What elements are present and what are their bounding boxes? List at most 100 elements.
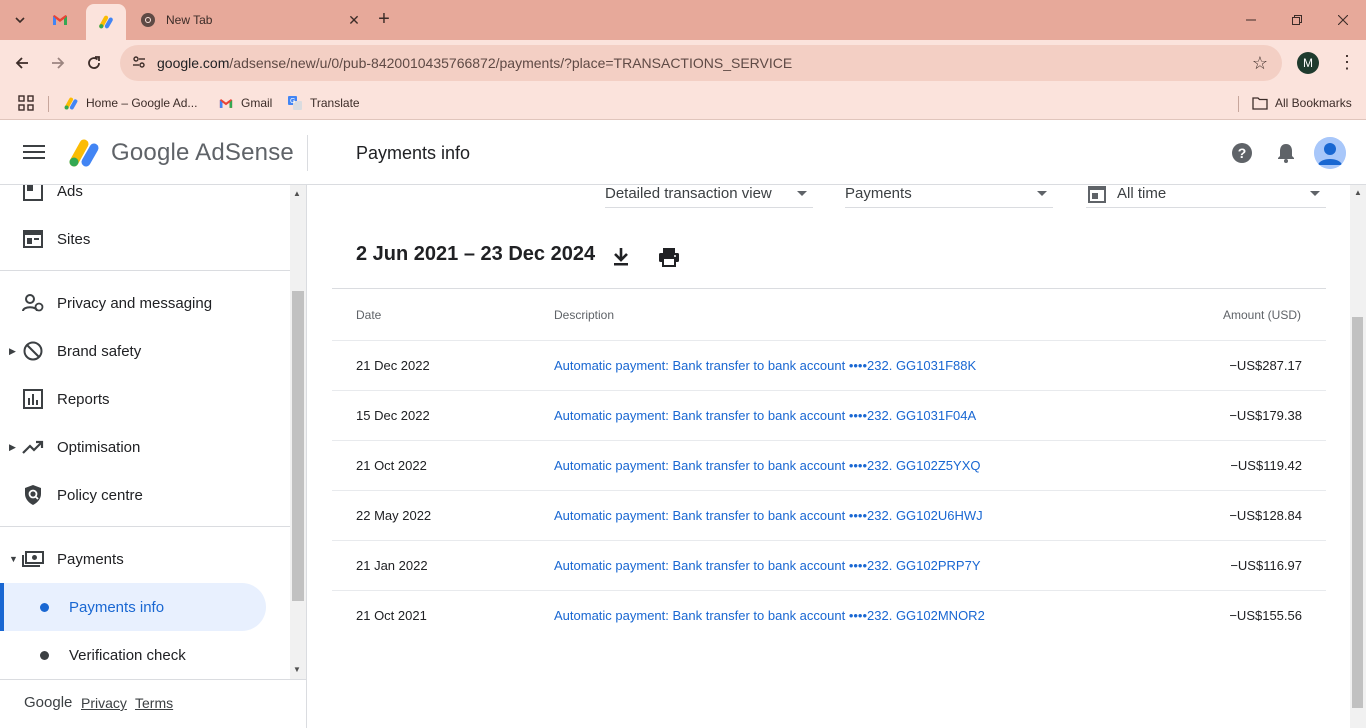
all-bookmarks-label: All Bookmarks — [1275, 96, 1352, 110]
column-header-amount: Amount (USD) — [1222, 308, 1301, 322]
dropdown-arrow-icon — [1037, 191, 1047, 196]
adsense-logo-icon — [69, 139, 99, 167]
restore-button[interactable] — [1274, 0, 1320, 40]
bullet-dot-icon — [40, 602, 49, 612]
close-window-button[interactable] — [1320, 0, 1366, 40]
scroll-up-arrow-icon[interactable]: ▲ — [293, 189, 301, 198]
sidebar-subitem-verification-check[interactable]: Verification check — [0, 631, 266, 679]
product-name[interactable]: Google AdSense — [111, 139, 294, 167]
bookmark-gmail[interactable]: Gmail — [218, 93, 272, 113]
tab-gmail[interactable] — [40, 6, 80, 34]
sidebar-divider — [0, 526, 290, 527]
row-description-link[interactable]: Automatic payment: Bank transfer to bank… — [554, 408, 976, 423]
column-header-date[interactable]: Date — [356, 308, 381, 322]
row-amount: −US$155.56 — [1229, 608, 1302, 623]
gmail-icon — [53, 15, 67, 25]
sidebar-footer: Google Privacy Terms — [0, 679, 306, 728]
main-scrollbar-thumb[interactable] — [1352, 317, 1363, 708]
footer-terms-link[interactable]: Terms — [135, 695, 173, 711]
type-filter-dropdown[interactable]: Payments — [845, 185, 1053, 208]
trending-icon — [22, 436, 44, 458]
table-row: 21 Oct 2021 Automatic payment: Bank tran… — [332, 590, 1326, 640]
more-menu-icon[interactable]: ⋮ — [1338, 52, 1356, 73]
notifications-bell-icon[interactable] — [1274, 141, 1298, 165]
bookmark-adsense-home[interactable]: Home – Google Ad... — [63, 93, 197, 113]
gmail-icon — [218, 95, 234, 111]
app-header: Google AdSense Payments info ? — [0, 121, 1366, 185]
help-icon[interactable]: ? — [1230, 141, 1254, 165]
row-amount: −US$287.17 — [1229, 358, 1302, 373]
row-date: 22 May 2022 — [356, 508, 432, 523]
url-text[interactable]: google.com/adsense/new/u/0/pub-842001043… — [157, 55, 792, 71]
row-description-link[interactable]: Automatic payment: Bank transfer to bank… — [554, 608, 985, 623]
download-icon[interactable] — [609, 245, 633, 269]
apps-grid-icon — [18, 95, 34, 111]
sidebar-item-reports[interactable]: Reports — [0, 375, 290, 423]
row-description-link[interactable]: Automatic payment: Bank transfer to bank… — [554, 458, 980, 473]
all-bookmarks-button[interactable]: All Bookmarks — [1252, 93, 1352, 113]
profile-avatar[interactable]: M — [1297, 52, 1319, 74]
bookmarks-bar: Home – Google Ad... Gmail G Translate Al… — [0, 86, 1366, 120]
row-description-link[interactable]: Automatic payment: Bank transfer to bank… — [554, 558, 981, 573]
row-amount: −US$179.38 — [1229, 408, 1302, 423]
menu-icon[interactable] — [22, 141, 46, 165]
expand-caret-icon[interactable]: ▶ — [9, 442, 16, 453]
minimize-button[interactable] — [1228, 0, 1274, 40]
scroll-down-arrow-icon[interactable]: ▼ — [293, 665, 301, 674]
sidebar-item-ads[interactable]: Ads — [0, 185, 290, 215]
collapse-caret-icon[interactable]: ▼ — [9, 554, 18, 564]
row-description-link[interactable]: Automatic payment: Bank transfer to bank… — [554, 508, 983, 523]
reload-icon — [88, 56, 100, 69]
tab-search-button[interactable] — [8, 8, 32, 32]
table-row: 21 Oct 2022 Automatic payment: Bank tran… — [332, 440, 1326, 490]
forward-button[interactable] — [45, 50, 71, 76]
calendar-icon — [1088, 185, 1106, 207]
address-bar[interactable]: google.com/adsense/new/u/0/pub-842001043… — [120, 45, 1282, 81]
date-range-dropdown[interactable]: All time — [1086, 185, 1326, 208]
sidebar-item-brand-safety[interactable]: ▶ Brand safety — [0, 327, 290, 375]
header-divider — [307, 135, 308, 171]
account-avatar[interactable] — [1314, 137, 1346, 169]
url-path: /adsense/new/u/0/pub-8420010435766872/pa… — [229, 55, 793, 71]
apps-button[interactable] — [18, 93, 34, 113]
bookmark-label: Home – Google Ad... — [86, 96, 198, 110]
print-icon[interactable] — [657, 245, 681, 269]
row-description-link[interactable]: Automatic payment: Bank transfer to bank… — [554, 358, 976, 373]
tab-new-tab[interactable]: New Tab ✕ — [128, 6, 364, 34]
policy-icon — [22, 484, 44, 506]
row-date: 21 Oct 2021 — [356, 608, 427, 623]
close-tab-icon[interactable]: ✕ — [344, 12, 364, 29]
footer-google-brand: Google — [24, 694, 73, 711]
bookmark-translate[interactable]: G Translate — [287, 93, 360, 113]
scroll-up-arrow-icon[interactable]: ▲ — [1354, 188, 1362, 197]
ads-icon — [22, 185, 44, 202]
sidebar-nav: Ads Sites Privacy and messaging ▶ Brand … — [0, 185, 307, 728]
column-header-description: Description — [554, 308, 615, 322]
site-info-icon[interactable] — [130, 54, 148, 72]
back-button[interactable] — [9, 50, 35, 76]
sidebar-item-optimisation[interactable]: ▶ Optimisation — [0, 423, 290, 471]
payments-icon — [22, 548, 44, 570]
dropdown-arrow-icon — [1310, 191, 1320, 196]
sidebar-subitem-payments-info[interactable]: Payments info — [0, 583, 266, 631]
sidebar-divider — [0, 270, 290, 271]
tab-adsense[interactable] — [86, 4, 126, 40]
close-icon — [1338, 15, 1348, 25]
row-amount: −US$128.84 — [1229, 508, 1302, 523]
expand-caret-icon[interactable]: ▶ — [9, 346, 16, 357]
view-filter-dropdown[interactable]: Detailed transaction view — [605, 185, 813, 208]
sidebar-item-label: Reports — [57, 390, 110, 408]
sidebar-item-privacy[interactable]: Privacy and messaging — [0, 279, 290, 327]
table-row: 21 Dec 2022 Automatic payment: Bank tran… — [332, 340, 1326, 390]
privacy-icon — [22, 292, 44, 314]
sidebar-item-payments[interactable]: ▼ Payments — [0, 535, 290, 583]
row-date: 21 Dec 2022 — [356, 358, 430, 373]
sidebar-item-policy-centre[interactable]: Policy centre — [0, 471, 290, 519]
new-tab-plus-icon[interactable]: + — [372, 8, 396, 32]
footer-privacy-link[interactable]: Privacy — [81, 695, 127, 711]
sidebar-item-sites[interactable]: Sites — [0, 215, 290, 263]
reload-button[interactable] — [81, 50, 107, 76]
bookmark-star-icon[interactable]: ☆ — [1252, 53, 1268, 74]
sidebar-scrollbar-thumb[interactable] — [292, 291, 304, 601]
main-content: Detailed transaction view Payments All t… — [308, 185, 1350, 728]
